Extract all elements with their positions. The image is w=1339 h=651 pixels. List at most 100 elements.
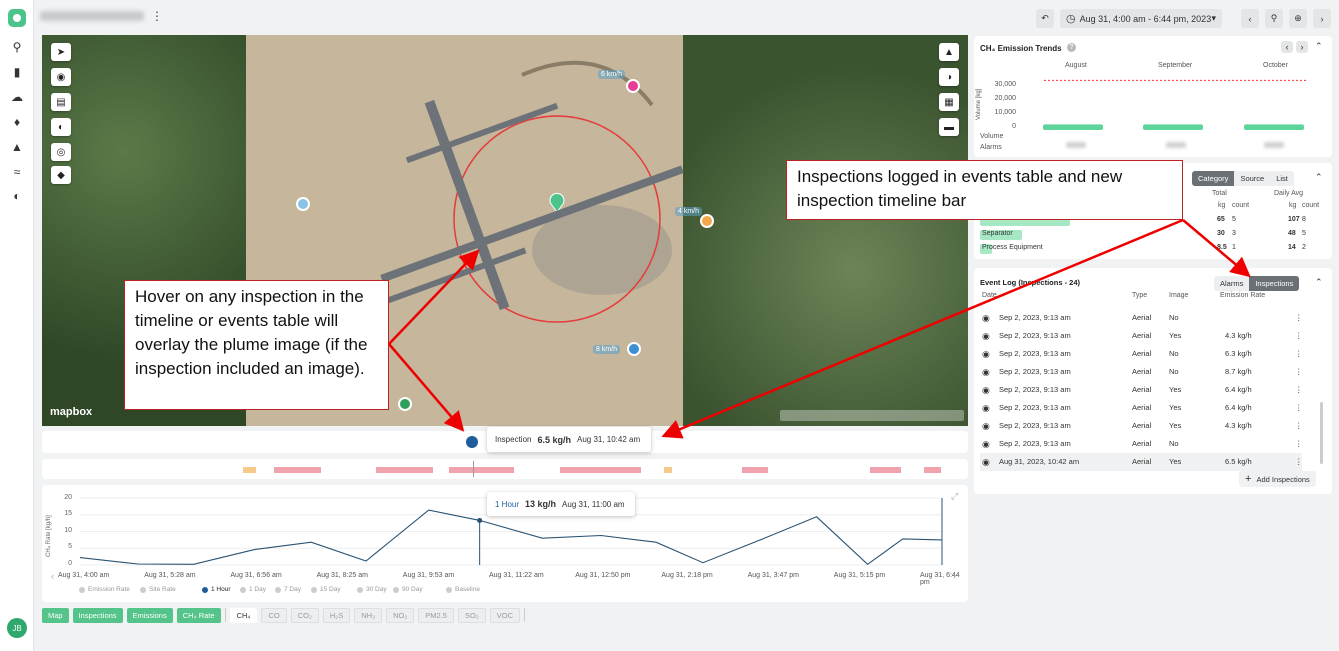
more-icon[interactable]: ⋮ xyxy=(1295,421,1303,430)
eye-icon[interactable]: ◉ xyxy=(982,313,990,324)
table-row[interactable]: ◉ Sep 2, 2023, 9:13 am Aerial No 8.7 kg/h ⋮ xyxy=(980,363,1303,381)
collapse-icon[interactable]: ⌃ xyxy=(1315,41,1323,52)
undo-button[interactable]: ↶ xyxy=(1036,9,1054,28)
logo-icon[interactable] xyxy=(8,9,26,27)
sensor-marker[interactable] xyxy=(398,397,412,411)
table-row[interactable]: ◉ Sep 2, 2023, 9:13 am Aerial Yes 4.3 kg/h ⋮ xyxy=(980,417,1303,435)
table-row[interactable]: ◉ Sep 2, 2023, 9:13 am Aerial No ⋮ xyxy=(980,309,1303,327)
more-icon[interactable]: ⋮ xyxy=(151,9,163,23)
more-icon[interactable]: ⋮ xyxy=(1295,403,1303,412)
prev-button[interactable]: ‹ xyxy=(1241,9,1259,28)
more-icon[interactable]: ⋮ xyxy=(1295,331,1303,340)
table-row[interactable]: ◉ Sep 2, 2023, 9:13 am Aerial No 6.3 kg/h ⋮ xyxy=(980,345,1303,363)
toggle-ch4-rate[interactable]: CH₄ Rate xyxy=(176,607,221,623)
table-row[interactable]: ◉ Sep 2, 2023, 9:13 am Aerial No ⋮ xyxy=(980,435,1303,453)
chevron-right-icon[interactable]: › xyxy=(1296,41,1308,53)
scrollbar[interactable] xyxy=(1320,402,1323,464)
gas-h2s[interactable]: H₂S xyxy=(322,607,351,623)
more-icon[interactable]: ⋮ xyxy=(1295,367,1303,376)
table-row[interactable]: ◉ Aug 31, 2023, 10:42 am Aerial Yes 6.5 kg/h… xyxy=(980,453,1303,471)
legend-item[interactable]: 90 Day xyxy=(393,586,423,593)
tab-list[interactable]: List xyxy=(1270,171,1294,186)
zoom-out-icon[interactable]: ⚲ xyxy=(1265,9,1283,28)
legend-item[interactable]: 1 Day xyxy=(240,586,266,593)
building-icon[interactable]: ▤ xyxy=(51,93,71,111)
target-icon[interactable]: ◉ xyxy=(51,68,71,86)
bell-icon[interactable]: ♦ xyxy=(9,114,25,130)
eye-icon[interactable]: ◉ xyxy=(982,403,990,414)
table-row[interactable]: ◉ Sep 2, 2023, 9:13 am Aerial Yes 6.4 kg/h ⋮ xyxy=(980,399,1303,417)
alarm-segment[interactable] xyxy=(870,467,901,473)
legend-item[interactable]: Emission Rate xyxy=(79,586,130,593)
tab-alarms[interactable]: Alarms xyxy=(1214,276,1249,291)
alarm-segment[interactable] xyxy=(924,467,941,473)
eye-icon[interactable]: ◉ xyxy=(982,385,990,396)
eye-icon[interactable]: ◉ xyxy=(982,421,990,432)
eye-icon[interactable]: ◉ xyxy=(982,439,990,450)
avatar[interactable]: JB xyxy=(7,618,27,638)
gas-co[interactable]: CO xyxy=(261,607,287,623)
help-icon[interactable]: ? xyxy=(1067,43,1076,52)
gas-no2[interactable]: NO₂ xyxy=(386,607,415,623)
gauge-icon[interactable]: ◐ xyxy=(9,188,25,204)
more-icon[interactable]: ⋮ xyxy=(1295,349,1303,358)
toggle-inspections[interactable]: Inspections xyxy=(72,607,123,623)
gas-pm25[interactable]: PM2.5 xyxy=(418,607,454,623)
signal-icon[interactable]: ◎ xyxy=(51,143,71,161)
sensor-marker[interactable] xyxy=(626,79,640,93)
chevron-right-icon[interactable]: › xyxy=(953,571,956,581)
alarm-segment[interactable] xyxy=(742,467,768,473)
add-inspections-button[interactable]: + Add Inspections xyxy=(1239,471,1316,487)
more-icon[interactable]: ⋮ xyxy=(1295,457,1303,466)
chevron-left-icon[interactable]: ‹ xyxy=(1281,41,1293,53)
eye-icon[interactable]: ◉ xyxy=(982,331,990,342)
tab-inspections[interactable]: Inspections xyxy=(1249,276,1300,291)
toggle-emissions[interactable]: Emissions xyxy=(126,607,173,623)
alarm-segment[interactable] xyxy=(664,467,672,473)
gas-so2[interactable]: SO₂ xyxy=(457,607,486,623)
legend-item[interactable]: 30 Day xyxy=(357,586,387,593)
legend-item[interactable]: 15 Day xyxy=(311,586,341,593)
collapse-icon[interactable]: ⌃ xyxy=(1315,172,1323,183)
sensor-marker[interactable] xyxy=(700,214,714,228)
more-icon[interactable]: ⋮ xyxy=(1295,439,1303,448)
legend-item[interactable]: 1 Hour xyxy=(202,586,231,593)
eye-icon[interactable]: ◉ xyxy=(982,349,990,360)
alarm-segment[interactable] xyxy=(274,467,321,473)
alarm-timeline[interactable] xyxy=(42,459,968,479)
date-range-picker[interactable]: ◷ Aug 31, 4:00 am - 6:44 pm, 2023 ▾ xyxy=(1060,9,1222,28)
legend-item[interactable]: Site Rate xyxy=(140,586,176,593)
collapse-icon[interactable]: ⌃ xyxy=(1315,277,1323,288)
truck-icon[interactable]: ▬ xyxy=(939,118,959,136)
alarm-segment[interactable] xyxy=(376,467,433,473)
tab-source[interactable]: Source xyxy=(1234,171,1270,186)
toggle-map[interactable]: Map xyxy=(42,607,69,623)
flame-off-icon[interactable]: ▲ xyxy=(9,139,25,155)
sensor-marker[interactable] xyxy=(296,197,310,211)
alarm-segment[interactable] xyxy=(449,467,514,473)
legend-item[interactable]: Baseline xyxy=(446,586,480,593)
gas-co2[interactable]: CO₂ xyxy=(290,607,319,623)
more-icon[interactable]: ⋮ xyxy=(1295,385,1303,394)
next-button[interactable]: › xyxy=(1313,9,1331,28)
grid-icon[interactable]: ▦ xyxy=(939,93,959,111)
bar-chart-icon[interactable]: ▮ xyxy=(9,64,25,80)
sensor-marker[interactable] xyxy=(627,342,641,356)
more-icon[interactable]: ⋮ xyxy=(1295,313,1303,322)
legend-item[interactable]: 7 Day xyxy=(275,586,301,593)
alarm-segment[interactable] xyxy=(243,467,256,473)
sensor-icon[interactable]: ◐ xyxy=(51,118,71,136)
inspection-marker[interactable] xyxy=(466,436,478,448)
gas-voc[interactable]: VOC xyxy=(489,607,520,623)
eye-icon[interactable]: ◉ xyxy=(982,457,990,468)
layers-icon[interactable]: ≈ xyxy=(9,164,25,180)
chevron-left-icon[interactable]: ‹ xyxy=(51,571,54,581)
table-row[interactable]: ◉ Sep 2, 2023, 9:13 am Aerial Yes 6.4 kg/h ⋮ xyxy=(980,381,1303,399)
eye-icon[interactable]: ◉ xyxy=(982,367,990,378)
table-row[interactable]: ◉ Sep 2, 2023, 9:13 am Aerial Yes 4.3 kg/h ⋮ xyxy=(980,327,1303,345)
cloud-icon[interactable]: ☁ xyxy=(9,89,25,105)
layers-icon[interactable]: ◆ xyxy=(51,166,71,184)
search-icon[interactable]: ⚲ xyxy=(9,39,25,55)
flame-icon[interactable]: ▲ xyxy=(939,43,959,61)
gas-ch4[interactable]: CH₄ xyxy=(229,607,258,623)
